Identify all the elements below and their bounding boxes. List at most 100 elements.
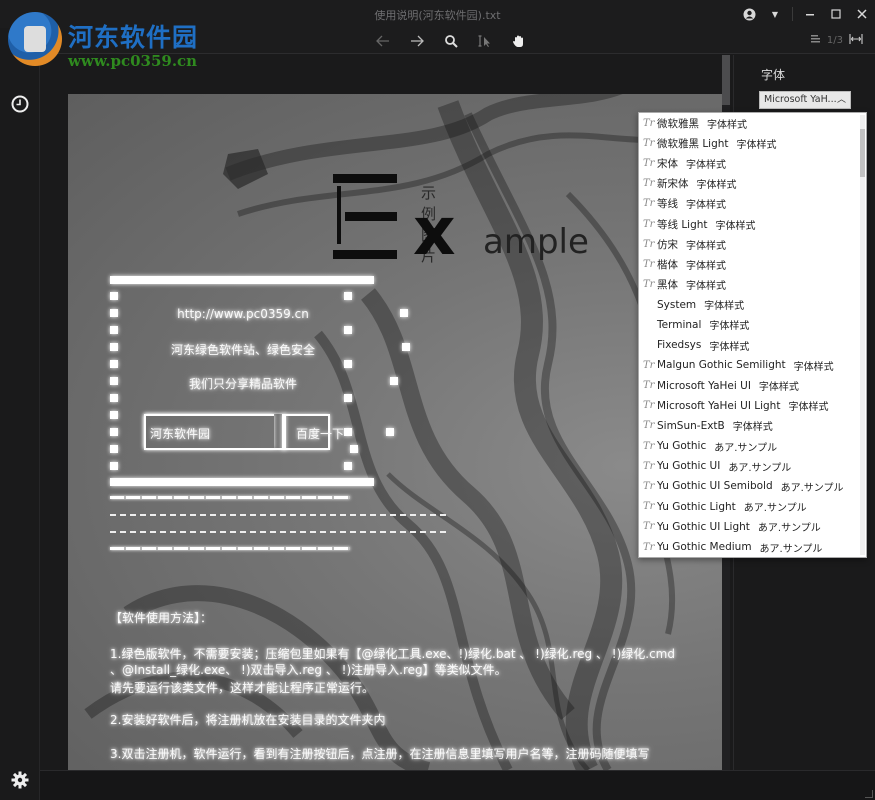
font-option[interactable]: Tr 等线 Light 字体样式	[639, 214, 866, 234]
left-rail	[0, 28, 40, 800]
truetype-font-icon: Tr	[643, 420, 655, 432]
truetype-font-icon: Tr	[643, 117, 655, 129]
font-dropdown-list[interactable]: Tr 微软雅黑 字体样式 Tr 微软雅黑 Light 字体样式 Tr 宋体 字体样式 Tr 新宋体字…	[638, 112, 867, 558]
font-option-name: SimSun-ExtB	[657, 419, 725, 432]
font-option[interactable]: Tr Yu Gothic Medium あア.サンプル	[639, 537, 866, 557]
page-indicator: 1/3	[826, 35, 843, 46]
banner-search-button: 百度一下	[296, 427, 345, 441]
pages-icon[interactable]	[810, 34, 821, 47]
font-option[interactable]: Tr SimSun-ExtB 字体样式	[639, 416, 866, 436]
font-option[interactable]: Tr 等线 字体样式	[639, 194, 866, 214]
truetype-font-icon: Tr	[643, 440, 655, 452]
font-option[interactable]: Tr Microsoft YaHei UI 字体样式	[639, 375, 866, 395]
hand-pan-icon[interactable]	[509, 31, 529, 51]
document-scrollbar-thumb[interactable]	[722, 55, 730, 105]
font-option-name: 等线	[657, 198, 678, 211]
truetype-font-icon: Tr	[643, 137, 655, 149]
truetype-font-icon: Tr	[643, 238, 655, 250]
font-select-value: Microsoft YaH...	[764, 94, 837, 105]
watermark-name: 河东软件园	[68, 23, 199, 52]
truetype-font-icon: Tr	[643, 400, 655, 412]
watermark-logo: 河东软件园 www.pc0359.cn	[4, 8, 214, 70]
font-option[interactable]: Tr 新宋体 字体样式	[639, 174, 866, 194]
font-option-sample: あア.サンプル	[714, 442, 778, 454]
truetype-font-icon: Tr	[643, 460, 655, 472]
gear-icon[interactable]	[10, 770, 30, 790]
font-option-name: Yu Gothic UI	[657, 460, 721, 473]
truetype-font-icon: Tr	[643, 178, 655, 190]
text-select-cursor-icon[interactable]	[475, 31, 495, 51]
search-icon[interactable]	[441, 31, 461, 51]
font-option[interactable]: TrSystem 字体样式	[639, 295, 866, 315]
document-viewport[interactable]: 示例图片 x ample http://www.pc0359.cn 河东绿色软件…	[40, 55, 733, 770]
font-option-sample: 字体样式	[704, 301, 745, 313]
font-option[interactable]: Tr Yu Gothic UI Semibold あア.サンプル	[639, 476, 866, 496]
font-dropdown-scrollbar-thumb[interactable]	[860, 129, 865, 177]
resize-grip[interactable]	[865, 790, 873, 798]
example-ample: ample	[483, 222, 589, 262]
font-option-sample: 字体样式	[707, 119, 747, 131]
arrow-left-icon[interactable]	[373, 31, 393, 51]
truetype-font-icon: Tr	[643, 299, 657, 310]
font-option[interactable]: Tr 楷体 字体样式	[639, 254, 866, 274]
paragraph-1: 1.绿色版软件，不需要安装；压缩包里如果有【@绿化工具.exe、!)绿化.bat…	[110, 647, 675, 677]
font-option[interactable]: Tr Yu Gothic あア.サンプル	[639, 436, 866, 456]
truetype-font-icon: Tr	[643, 157, 655, 169]
truetype-font-icon: Tr	[643, 359, 655, 371]
paragraph-1-note: 请先要运行该类文件，这样才能让程序正常运行。	[110, 681, 375, 695]
font-option[interactable]: Tr 仿宋 字体样式	[639, 234, 866, 254]
watermark-logo-icon	[8, 12, 62, 66]
account-icon[interactable]	[736, 0, 762, 28]
paragraph-3: 3.双击注册机，软件运行，看到有注册按钮后，点注册，在注册信息里填写用户名等，注…	[110, 747, 650, 761]
minimize-icon[interactable]	[797, 0, 823, 28]
font-option[interactable]: Tr 微软雅黑 字体样式	[639, 113, 866, 133]
font-option-name: Yu Gothic UI Semibold	[657, 480, 773, 493]
font-option-name: Terminal	[657, 318, 702, 331]
truetype-font-icon: Tr	[643, 380, 655, 392]
maximize-icon[interactable]	[823, 0, 849, 28]
font-option-sample: 字体样式	[709, 321, 750, 333]
banner-url: http://www.pc0359.cn	[177, 307, 309, 321]
font-option-name: Malgun Gothic Semilight	[657, 359, 786, 372]
font-option-name: Microsoft YaHei UI Light	[657, 399, 781, 412]
truetype-font-icon: Tr	[643, 501, 655, 513]
font-option-sample: 字体样式	[736, 139, 777, 151]
fit-width-icon[interactable]	[849, 33, 863, 48]
font-option[interactable]: TrFixedsys 字体样式	[639, 335, 866, 355]
font-option-name: 楷体	[657, 258, 678, 271]
font-option[interactable]: Tr 宋体 字体样式	[639, 153, 866, 173]
font-option[interactable]: Tr Malgun Gothic Semilight 字体样式	[639, 355, 866, 375]
truetype-font-icon: Tr	[643, 258, 655, 270]
close-icon[interactable]	[849, 0, 875, 28]
watermark-url: www.pc0359.cn	[68, 52, 198, 70]
font-option-sample: 字体样式	[793, 361, 834, 373]
font-option-sample: 字体样式	[686, 240, 726, 252]
font-option-name: 黑体	[657, 279, 678, 292]
font-option-name: Yu Gothic Light	[657, 500, 736, 513]
font-option[interactable]: TrTerminal 字体样式	[639, 315, 866, 335]
font-option[interactable]: Tr Yu Gothic Light あア.サンプル	[639, 497, 866, 517]
truetype-font-icon: Tr	[643, 480, 655, 492]
window-controls: ▼	[736, 0, 875, 28]
arrow-right-icon[interactable]	[407, 31, 427, 51]
font-option[interactable]: Tr Microsoft YaHei UI Light 字体样式	[639, 396, 866, 416]
font-select[interactable]: Microsoft YaH... ︿	[759, 91, 851, 109]
paragraph-2: 2.安装好软件后，将注册机放在安装目录的文件夹内	[110, 713, 386, 727]
font-option-sample: あア.サンプル	[780, 482, 844, 494]
font-dropdown-scrollbar[interactable]	[860, 115, 865, 555]
font-option-name: 微软雅黑	[657, 117, 699, 130]
font-option[interactable]: Tr 黑体 字体样式	[639, 275, 866, 295]
clock-icon[interactable]	[10, 94, 30, 114]
font-option-sample: 字体样式	[732, 422, 773, 434]
example-x: x	[413, 193, 456, 270]
dropdown-caret-icon[interactable]: ▼	[762, 0, 788, 28]
font-option[interactable]: Tr Yu Gothic UI Light あア.サンプル	[639, 517, 866, 537]
font-option-sample: 字体样式	[696, 180, 737, 192]
font-option[interactable]: Tr Yu Gothic UI あア.サンプル	[639, 456, 866, 476]
truetype-font-icon: Tr	[643, 521, 655, 533]
font-option-name: 微软雅黑 Light	[657, 137, 729, 150]
truetype-font-icon: Tr	[643, 279, 655, 291]
font-option-sample: 字体样式	[686, 281, 726, 293]
font-option-sample: 字体样式	[686, 260, 726, 272]
font-option[interactable]: Tr 微软雅黑 Light 字体样式	[639, 133, 866, 153]
